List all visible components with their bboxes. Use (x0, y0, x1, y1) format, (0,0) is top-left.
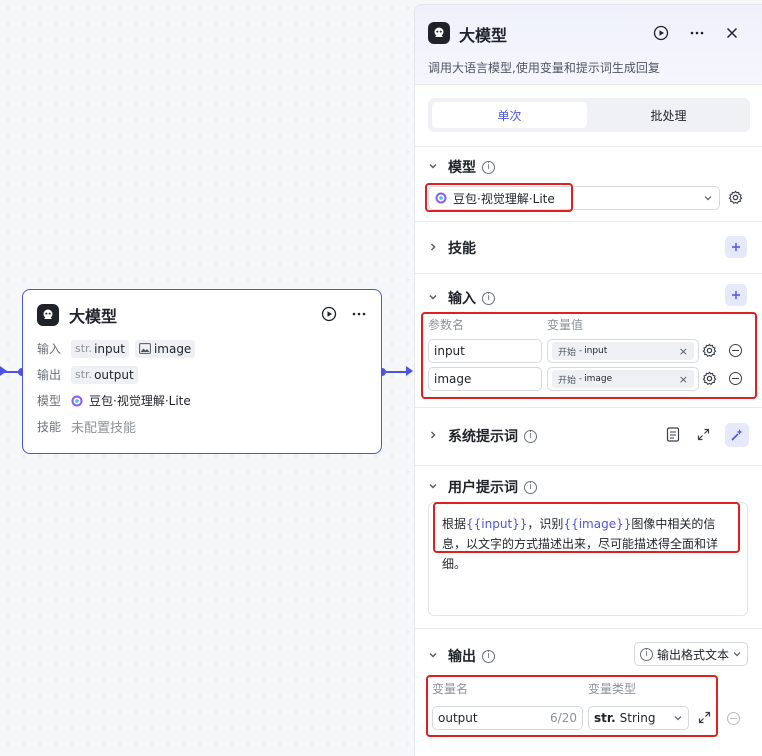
model-select[interactable]: 豆包·视觉理解·Lite (428, 186, 720, 210)
incoming-connection (0, 371, 20, 373)
doubao-model-icon (71, 395, 83, 406)
run-icon[interactable] (321, 306, 337, 325)
chevron-down-icon (674, 716, 682, 721)
info-icon[interactable]: i (482, 649, 495, 663)
output-type-select[interactable]: str. String (588, 706, 689, 730)
prompt-variable-input: {{input}} (466, 517, 528, 531)
panel-description: 调用大语言模型,使用变量和提示词生成回复 (428, 61, 660, 75)
node-model-name: 豆包·视觉理解·Lite (89, 394, 191, 408)
close-icon[interactable] (725, 26, 739, 43)
char-count: 6/20 (550, 711, 577, 725)
output-col-name: 变量名 (432, 682, 469, 696)
remove-output-icon[interactable] (727, 712, 740, 725)
divider (415, 465, 762, 466)
node-input-label: 输入 (37, 342, 62, 356)
tab-batch[interactable]: 批处理 (591, 102, 746, 128)
node-skill-value: 未配置技能 (71, 421, 137, 436)
panel-llm-logo-icon (428, 22, 450, 44)
divider (415, 146, 762, 147)
clear-icon[interactable]: × (679, 345, 688, 358)
divider (415, 407, 762, 408)
more-icon[interactable] (351, 306, 367, 325)
param-settings-gear-icon[interactable] (702, 371, 717, 386)
add-input-button[interactable] (725, 284, 747, 306)
info-icon[interactable]: i (482, 160, 495, 174)
node-title: 大模型 (69, 307, 118, 326)
system-prompt-section-header[interactable]: 系统提示词 i (428, 426, 537, 446)
output-section-header[interactable]: 输出 i (428, 646, 495, 666)
panel-run-icon[interactable] (653, 25, 669, 44)
info-icon: i (640, 647, 653, 661)
llm-node-card[interactable]: 大模型 输入 str. input image 输出 str. output 模型 … (22, 289, 382, 454)
mode-tabs: 单次 批处理 (428, 98, 750, 132)
chevron-down-icon (733, 652, 741, 657)
output-col-type: 变量类型 (588, 682, 637, 696)
info-icon[interactable]: i (482, 291, 495, 305)
input-section-header[interactable]: 输入 i (428, 288, 495, 308)
output-format-select[interactable]: i 输出格式 文本 (634, 642, 748, 666)
user-prompt-section-header[interactable]: 用户提示词 i (428, 477, 537, 497)
divider (415, 628, 762, 629)
image-chip: image (134, 339, 196, 358)
image-icon (139, 343, 151, 354)
chevron-down-icon (428, 481, 448, 494)
divider (415, 273, 762, 274)
llm-logo-icon (37, 304, 59, 326)
prompt-variable-image: {{image}} (563, 517, 632, 531)
node-config-panel: 大模型 调用大语言模型,使用变量和提示词生成回复 单次 批处理 模型 i 豆包·… (414, 4, 762, 756)
expand-icon[interactable] (697, 428, 710, 441)
model-select-value: 豆包·视觉理解·Lite (453, 191, 555, 206)
model-section-header[interactable]: 模型 i (428, 157, 495, 177)
panel-title: 大模型 (459, 26, 508, 45)
output-expand-icon[interactable] (698, 711, 711, 724)
clear-icon[interactable]: × (679, 373, 688, 386)
info-icon[interactable]: i (524, 429, 537, 443)
chevron-down-icon (704, 196, 712, 201)
remove-param-icon[interactable] (729, 372, 742, 385)
output-chip: str. output (71, 365, 138, 384)
input-col-value: 变量值 (547, 318, 584, 332)
input-param-name-1[interactable]: image (428, 367, 542, 391)
prompt-library-icon[interactable] (666, 427, 680, 442)
input-chip: str. input (71, 339, 129, 358)
model-settings-gear-icon[interactable] (728, 190, 743, 205)
outgoing-connection (386, 371, 408, 373)
node-output-label: 输出 (37, 368, 62, 382)
user-prompt-editor[interactable]: 根据{{input}}，识别{{image}}图像中相关的信息，以文字的方式描述… (428, 502, 748, 616)
input-param-name-0[interactable]: input (428, 339, 542, 363)
divider (415, 221, 762, 222)
input-param-value-1[interactable]: 开始 - image × (547, 367, 699, 391)
chevron-right-icon (428, 430, 448, 443)
info-icon[interactable]: i (524, 480, 537, 494)
chevron-down-icon (428, 650, 448, 663)
output-var-name-input[interactable]: output 6/20 (432, 706, 583, 730)
remove-param-icon[interactable] (729, 344, 742, 357)
node-model-label: 模型 (37, 394, 62, 408)
ai-optimize-button[interactable] (725, 423, 749, 447)
chevron-down-icon (428, 292, 448, 305)
input-param-value-0[interactable]: 开始 - input × (547, 339, 699, 363)
skill-section-header[interactable]: 技能 (428, 238, 476, 258)
param-settings-gear-icon[interactable] (702, 343, 717, 358)
doubao-model-icon (435, 192, 447, 204)
chevron-right-icon (428, 242, 448, 255)
panel-more-icon[interactable] (689, 25, 705, 44)
chevron-down-icon (428, 161, 448, 174)
tab-single[interactable]: 单次 (432, 102, 587, 128)
outgoing-arrow-head (406, 366, 413, 376)
node-skill-label: 技能 (37, 420, 62, 434)
input-col-name: 参数名 (428, 318, 465, 332)
add-skill-button[interactable] (725, 236, 747, 258)
